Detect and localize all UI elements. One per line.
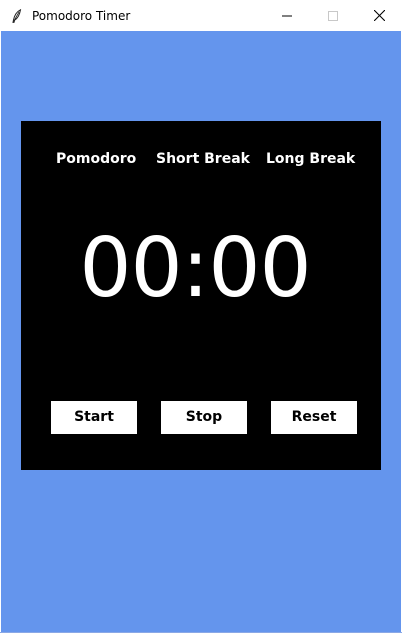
title-bar[interactable]: Pomodoro Timer bbox=[0, 0, 402, 31]
maximize-button[interactable] bbox=[310, 0, 356, 31]
close-button[interactable] bbox=[356, 0, 402, 31]
window-title: Pomodoro Timer bbox=[32, 8, 131, 23]
tab-short-break[interactable]: Short Break bbox=[156, 150, 250, 168]
timer-panel: Pomodoro Short Break Long Break 00:00 St… bbox=[21, 121, 381, 470]
app-window: Pomodoro Timer Pomodoro Short Break Long… bbox=[0, 0, 402, 633]
app-body: Pomodoro Short Break Long Break 00:00 St… bbox=[1, 31, 401, 632]
reset-button[interactable]: Reset bbox=[271, 401, 357, 434]
maximize-icon bbox=[328, 10, 338, 21]
minimize-button[interactable] bbox=[264, 0, 310, 31]
stop-button[interactable]: Stop bbox=[161, 401, 247, 434]
start-button[interactable]: Start bbox=[51, 401, 137, 434]
tab-pomodoro[interactable]: Pomodoro bbox=[56, 150, 136, 168]
minimize-icon bbox=[282, 15, 292, 16]
tab-long-break[interactable]: Long Break bbox=[266, 150, 355, 168]
window-controls bbox=[264, 0, 402, 31]
timer-display: 00:00 bbox=[79, 221, 311, 316]
feather-icon bbox=[10, 8, 24, 23]
close-icon bbox=[373, 10, 385, 21]
